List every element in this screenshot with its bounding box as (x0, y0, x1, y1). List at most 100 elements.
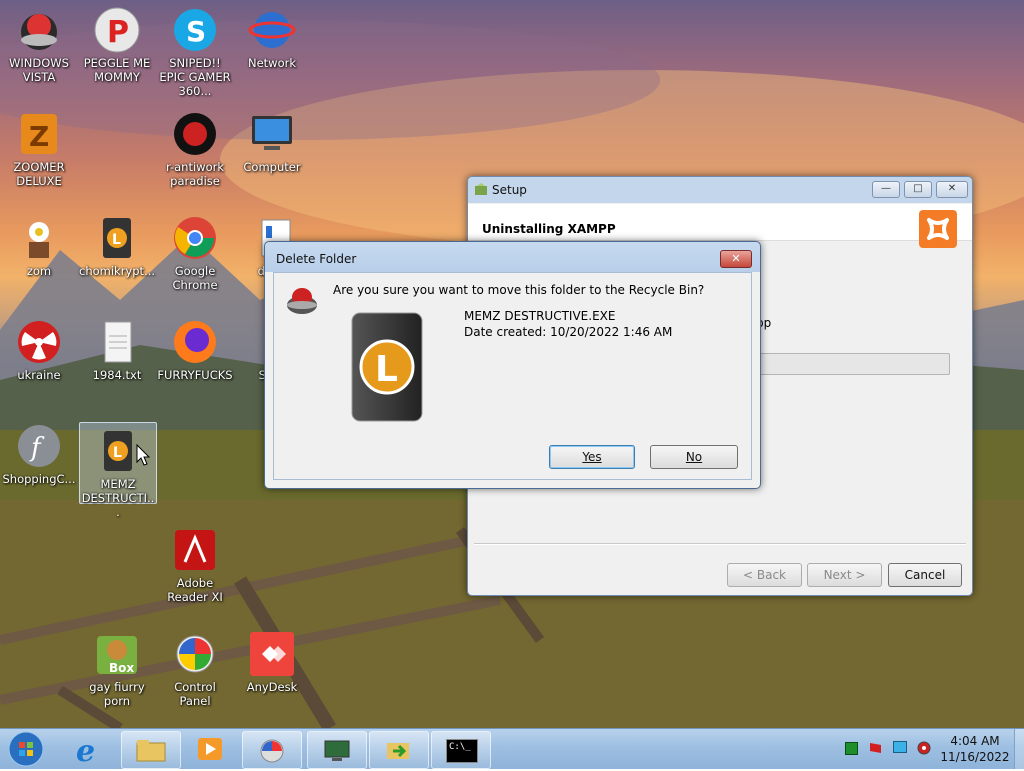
desktop-icon-google-chrome[interactable]: Google Chrome (157, 210, 233, 292)
desktop-icon-peggle[interactable]: P PEGGLE ME MOMMY (79, 2, 155, 84)
svg-text:Z: Z (29, 120, 49, 153)
start-button[interactable] (6, 730, 46, 768)
svg-text:P: P (107, 15, 129, 50)
flash-player-icon: f (15, 422, 63, 470)
dialog-question: Are you sure you want to move this folde… (333, 283, 705, 297)
clock-time: 4:04 AM (950, 734, 1000, 748)
recycle-bin-icon (284, 281, 320, 320)
remote-desktop-taskbar-button[interactable] (307, 731, 367, 769)
icon-label: MEMZ DESTRUCTI... (81, 477, 155, 519)
icon-label: chomikrypt... (79, 264, 156, 278)
desktop-icon-network[interactable]: Network (234, 2, 310, 70)
media-player-icon[interactable] (194, 734, 226, 767)
taskbar: e C:\_ 4:04 AM 11/16/2022 (0, 728, 1024, 769)
desktop-icon-windows-vista[interactable]: WINDOWS VISTA (1, 2, 77, 84)
setup-header: Uninstalling XAMPP (468, 204, 972, 241)
control-panel-taskbar-button[interactable] (242, 731, 302, 769)
file-large-icon: L (342, 307, 438, 432)
system-clock[interactable]: 4:04 AM 11/16/2022 (940, 733, 1010, 765)
xampp-logo-icon (919, 210, 957, 248)
back-button[interactable]: < Back (727, 563, 802, 587)
setup-header-title: Uninstalling XAMPP (482, 222, 616, 236)
explorer-taskbar-button[interactable] (121, 731, 181, 769)
zoomer-icon: Z (15, 110, 63, 158)
desktop-icon-furryfucks[interactable]: FURRYFUCKS (157, 314, 233, 382)
cancel-button[interactable]: Cancel (888, 563, 962, 587)
icon-label: Control Panel (174, 680, 216, 708)
setup-separator (474, 543, 966, 545)
setup-titlebar[interactable]: Setup — □ ✕ (468, 177, 972, 203)
tray-green-icon[interactable] (845, 742, 858, 755)
desktop-icon-computer[interactable]: Computer (234, 106, 310, 174)
desktop-icon-1984-txt[interactable]: 1984.txt (79, 314, 155, 382)
desktop-icon-zoomer-deluxe[interactable]: Z ZOOMER DELUXE (1, 106, 77, 188)
desktop-icon-r-antiwork[interactable]: r-antiwork paradise (157, 106, 233, 188)
anydesk-icon (248, 630, 296, 678)
cmd-icon: C:\_ (446, 739, 478, 763)
icon-label: ukraine (17, 368, 61, 382)
delete-folder-dialog: Delete Folder ✕ Are you sure you want to… (264, 241, 761, 489)
desktop-icon-control-panel[interactable]: Control Panel (157, 626, 233, 708)
icon-label: Network (247, 56, 297, 70)
icon-label: FURRYFUCKS (157, 368, 233, 382)
icon-label: WINDOWS VISTA (9, 56, 69, 84)
control-panel-icon (259, 738, 285, 767)
setup-maximize-button[interactable]: □ (904, 181, 932, 198)
setup-arrow-icon (385, 739, 413, 766)
tray-volume-icon[interactable] (916, 740, 932, 759)
desktop-icon-zom[interactable]: zom (1, 210, 77, 278)
svg-text:L: L (375, 349, 398, 390)
lyrics-file-icon: L (93, 214, 141, 262)
text-file-icon (93, 318, 141, 366)
desktop-icon-sniped[interactable]: S SNIPED!! EPIC GAMER 360... (157, 2, 233, 98)
setup-minimize-button[interactable]: — (872, 181, 900, 198)
svg-text:S: S (186, 15, 206, 48)
internet-explorer-icon[interactable]: e (68, 733, 108, 769)
svg-text:Box: Box (109, 661, 134, 675)
command-prompt-taskbar-button[interactable]: C:\_ (431, 731, 491, 769)
desktop-icon-adobe-reader[interactable]: Adobe Reader XI (157, 522, 233, 604)
icon-label: r-antiwork paradise (165, 160, 224, 188)
tray-flag-icon[interactable] (869, 742, 883, 757)
desktop-icon-anydesk[interactable]: AnyDesk (234, 626, 310, 694)
peggle-icon: P (93, 6, 141, 54)
desktop-icon-shopping[interactable]: f ShoppingC... (1, 418, 77, 486)
item-date-created: Date created: 10/20/2022 1:46 AM (464, 325, 673, 339)
no-button[interactable]: No (650, 445, 738, 469)
icon-label: Adobe Reader XI (167, 576, 223, 604)
mouse-cursor-icon (136, 443, 151, 469)
icon-label: ZOOMER DELUXE (13, 160, 65, 188)
adobe-reader-icon (171, 526, 219, 574)
icon-label: AnyDesk (246, 680, 298, 694)
dialog-title: Delete Folder (276, 252, 357, 266)
vista-orb-icon (15, 6, 63, 54)
computer-monitor-icon (248, 110, 296, 158)
setup-app-icon (474, 183, 488, 200)
firefox-icon (171, 318, 219, 366)
icon-label: zom (26, 264, 52, 278)
desktop-icon-gay-fiurry-porn[interactable]: Box gay fiurry porn (79, 626, 155, 708)
cmd-icon-glyph: C:\_ (449, 742, 471, 752)
yes-button[interactable]: Yes (549, 445, 635, 469)
flower-icon (15, 214, 63, 262)
next-button[interactable]: Next > (807, 563, 882, 587)
desktop-icon-ukraine[interactable]: ukraine (1, 314, 77, 382)
setup-close-button[interactable]: ✕ (936, 181, 968, 198)
show-desktop-button[interactable] (1014, 729, 1024, 769)
icon-label: SNIPED!! EPIC GAMER 360... (159, 56, 231, 98)
skype-icon: S (171, 6, 219, 54)
lyrics-file-icon: L (94, 427, 142, 475)
icon-label: Google Chrome (172, 264, 218, 292)
radiation-icon (15, 318, 63, 366)
item-name: MEMZ DESTRUCTIVE.EXE (464, 309, 616, 323)
chrome-icon (171, 214, 219, 262)
tray-network-icon[interactable] (893, 741, 907, 753)
folder-icon (136, 738, 166, 765)
icon-label: ShoppingC... (2, 472, 76, 486)
svg-text:e: e (76, 734, 95, 765)
setup-taskbar-button[interactable] (369, 731, 429, 769)
dialog-close-button[interactable]: ✕ (720, 250, 752, 268)
dialog-body: Are you sure you want to move this folde… (273, 272, 752, 480)
setup-title: Setup (492, 183, 527, 197)
desktop-icon-chomikrypt[interactable]: L chomikrypt... (79, 210, 155, 278)
